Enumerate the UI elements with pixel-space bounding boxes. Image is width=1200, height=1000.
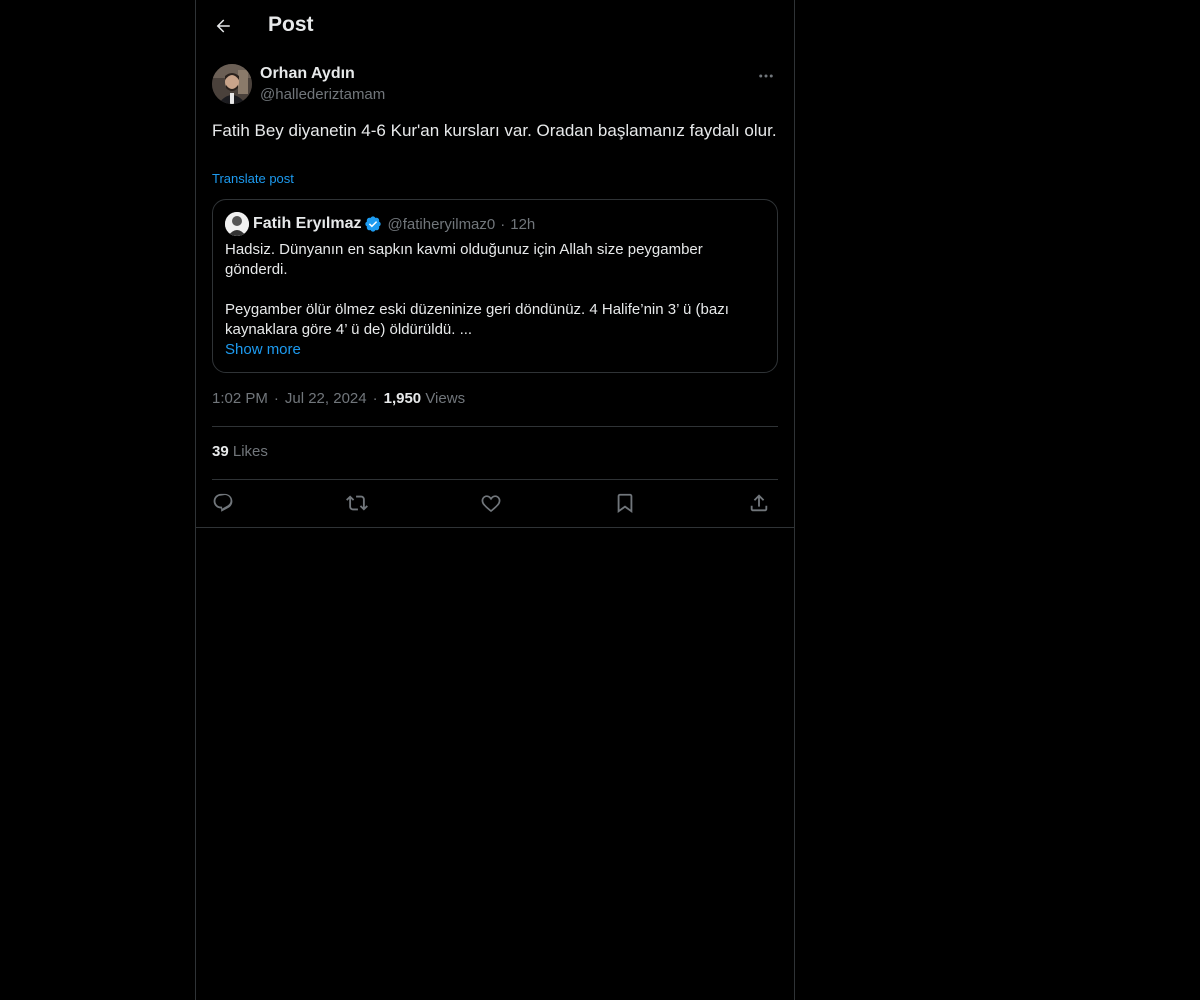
author-handle[interactable]: @hallederiztamam (260, 86, 385, 103)
quoted-author-handle: @fatiheryilmaz0 (387, 215, 496, 233)
page-header: Post (196, 0, 794, 54)
verified-badge-icon (364, 215, 382, 233)
quoted-paragraph: Hadsiz. Dünyanın en sapkın kavmi olduğun… (225, 241, 703, 278)
divider (196, 527, 794, 528)
likes-summary[interactable]: 39 Likes (212, 443, 268, 460)
divider (212, 426, 778, 427)
author-name[interactable]: Orhan Aydın (260, 65, 355, 83)
repost-button[interactable] (344, 490, 370, 516)
post-date[interactable]: Jul 22, 2024 (285, 390, 367, 407)
post-time[interactable]: 1:02 PM (212, 390, 268, 407)
likes-label: Likes (232, 443, 268, 460)
post-author: Orhan Aydın @hallederiztamam (212, 64, 778, 106)
divider (212, 479, 778, 480)
like-icon (481, 495, 501, 513)
quoted-post[interactable]: Fatih Eryılmaz @fatiheryilmaz0 · 12h Had… (212, 199, 778, 373)
arrow-left-icon (216, 19, 230, 33)
quoted-post-time: 12h (510, 215, 536, 233)
likes-count: 39 (212, 443, 229, 460)
reply-icon (213, 493, 233, 512)
page-title: Post (268, 13, 314, 36)
post-metadata: 1:02 PM · Jul 22, 2024 · 1,950 Views (212, 390, 466, 407)
main-column: Post Orhan Aydın @hallederiztamam Fatih … (195, 0, 795, 1000)
views-label: Views (425, 390, 466, 407)
repost-icon (346, 495, 368, 511)
quoted-post-text: Hadsiz. Dünyanın en sapkın kavmi olduğun… (225, 240, 761, 340)
views-count: 1,950 (383, 390, 422, 407)
post-text: Fatih Bey diyanetin 4-6 Kur'an kursları … (212, 121, 777, 140)
avatar-image (212, 64, 252, 104)
bookmark-icon (617, 493, 633, 514)
translate-post-link[interactable]: Translate post (212, 171, 294, 186)
avatar[interactable] (212, 64, 252, 104)
reply-button[interactable] (210, 490, 236, 516)
quoted-post-header: Fatih Eryılmaz @fatiheryilmaz0 · 12h (225, 212, 535, 236)
like-button[interactable] (478, 490, 504, 516)
separator-dot: · (500, 215, 506, 233)
quoted-author-name: Fatih Eryılmaz (253, 215, 362, 232)
quoted-avatar-image (225, 212, 249, 236)
more-icon (759, 74, 773, 78)
back-button[interactable] (206, 9, 240, 43)
share-icon (750, 494, 768, 512)
bookmark-button[interactable] (612, 490, 638, 516)
more-options-button[interactable] (754, 64, 778, 88)
share-button[interactable] (746, 490, 772, 516)
action-bar (212, 490, 778, 516)
show-more-link[interactable]: Show more (225, 341, 301, 358)
quoted-paragraph: Peygamber ölür ölmez eski düzeninize ger… (225, 301, 729, 338)
quoted-avatar (225, 212, 249, 236)
